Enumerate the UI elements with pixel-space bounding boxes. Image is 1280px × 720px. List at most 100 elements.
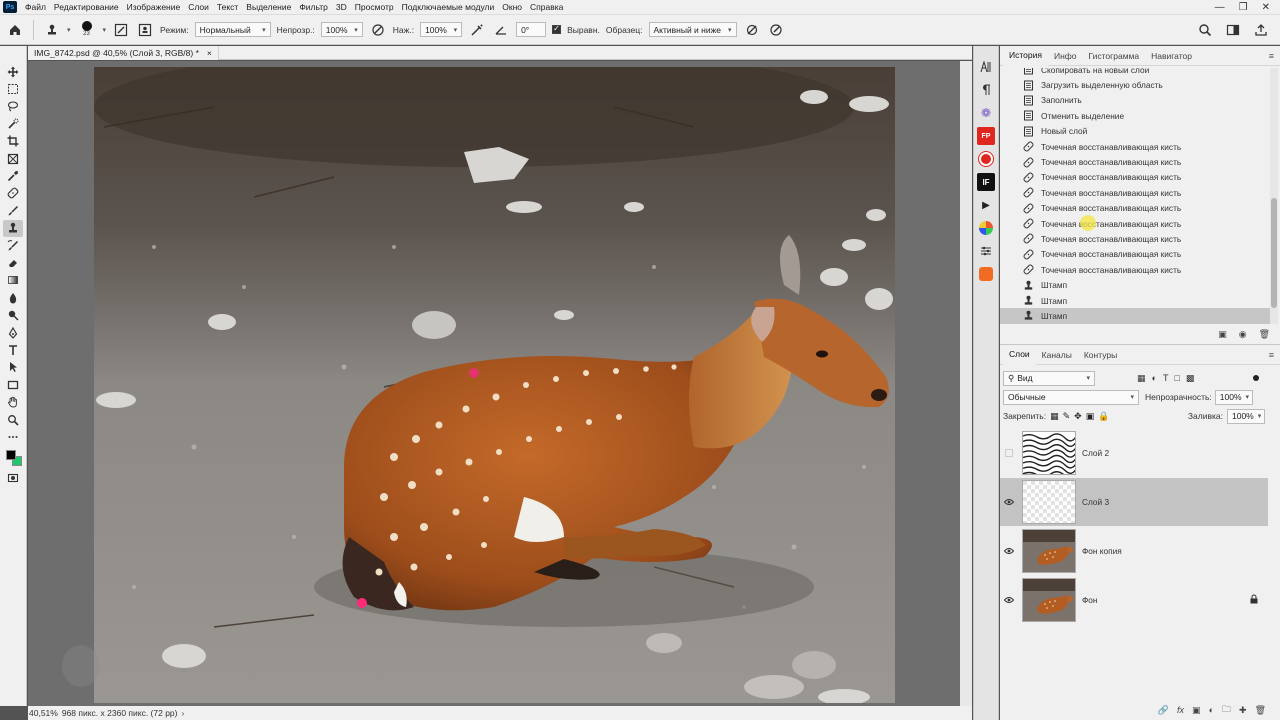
play-actions-icon[interactable]: ▶ bbox=[977, 196, 995, 214]
history-source-checkbox[interactable] bbox=[1006, 112, 1014, 120]
menu-file[interactable]: Файл bbox=[21, 2, 50, 12]
history-source-checkbox[interactable] bbox=[1006, 127, 1014, 135]
filter-type-icon[interactable]: T bbox=[1163, 373, 1169, 384]
history-source-checkbox[interactable] bbox=[1006, 266, 1014, 274]
hand-tool-icon[interactable] bbox=[3, 393, 23, 410]
eye-hidden-icon[interactable] bbox=[1000, 449, 1018, 457]
blur-tool-icon[interactable] bbox=[3, 289, 23, 306]
history-scroll-thumb[interactable] bbox=[1271, 198, 1277, 308]
eye-icon[interactable] bbox=[1000, 596, 1018, 604]
layer-filter-dropdown[interactable]: ⚲ Вид ▾ bbox=[1003, 370, 1095, 386]
history-state[interactable]: Новый слой bbox=[1000, 124, 1270, 139]
color-swatches[interactable] bbox=[3, 448, 23, 470]
lock-icon[interactable] bbox=[1250, 594, 1258, 606]
history-state[interactable]: Скопировать на новый слой bbox=[1000, 68, 1270, 77]
history-state[interactable]: Точечная восстанавливающая кисть bbox=[1000, 139, 1270, 154]
tab-histogram[interactable]: Гистограмма bbox=[1083, 46, 1146, 66]
frame-tool-icon[interactable] bbox=[3, 150, 23, 167]
menu-type[interactable]: Текст bbox=[213, 2, 242, 12]
filter-adjustment-icon[interactable]: ◐ bbox=[1152, 373, 1157, 384]
adjustment-layer-icon[interactable]: ◐ bbox=[1209, 705, 1214, 715]
layer-mask-icon[interactable]: ▣ bbox=[1192, 705, 1201, 716]
aligned-checkbox[interactable] bbox=[552, 24, 562, 34]
filter-toggle-icon[interactable] bbox=[1253, 375, 1259, 381]
filter-smart-object-icon[interactable]: ▩ bbox=[1186, 373, 1195, 384]
pressure-opacity-icon[interactable] bbox=[369, 21, 387, 39]
clone-source-icon[interactable] bbox=[136, 21, 154, 39]
history-state[interactable]: Отменить выделение bbox=[1000, 108, 1270, 123]
share-icon[interactable] bbox=[1252, 21, 1270, 39]
history-state[interactable]: Заполнить bbox=[1000, 93, 1270, 108]
history-source-checkbox[interactable] bbox=[1006, 158, 1014, 166]
layer-row[interactable]: Слой 3 bbox=[1000, 478, 1268, 526]
delete-state-icon[interactable]: 🗑 bbox=[1259, 329, 1270, 340]
close-window-icon[interactable]: ✕ bbox=[1262, 2, 1270, 13]
layer-opacity-field[interactable]: 100% ▾ bbox=[1214, 389, 1253, 405]
layer-style-icon[interactable]: fx bbox=[1177, 705, 1184, 715]
opacity-field[interactable]: 100% ▾ bbox=[320, 22, 363, 37]
tab-paths[interactable]: Контуры bbox=[1078, 345, 1123, 365]
layer-thumbnail[interactable] bbox=[1022, 480, 1076, 524]
group-icon[interactable]: 🗀 bbox=[1222, 702, 1231, 718]
menu-select[interactable]: Выделение bbox=[242, 2, 295, 12]
crop-tool-icon[interactable] bbox=[3, 133, 23, 150]
history-source-checkbox[interactable] bbox=[1006, 297, 1014, 305]
history-state[interactable]: Штамп bbox=[1000, 308, 1270, 324]
menu-layers[interactable]: Слои bbox=[184, 2, 213, 12]
history-source-checkbox[interactable] bbox=[1006, 68, 1014, 74]
home-icon[interactable] bbox=[6, 21, 24, 39]
canvas-area[interactable] bbox=[28, 61, 960, 706]
zoom-level[interactable]: 40,51% bbox=[29, 708, 58, 718]
history-source-checkbox[interactable] bbox=[1006, 250, 1014, 258]
history-state[interactable]: Точечная восстанавливающая кисть bbox=[1000, 247, 1270, 262]
color-wheel-icon[interactable] bbox=[977, 219, 995, 237]
tab-navigator[interactable]: Навигатор bbox=[1145, 46, 1198, 66]
layer-name[interactable]: Фон bbox=[1082, 595, 1098, 605]
red-plugin-icon[interactable] bbox=[977, 150, 995, 168]
lock-all-icon[interactable]: 🔒 bbox=[1098, 411, 1109, 422]
move-tool-icon[interactable] bbox=[3, 63, 23, 80]
marquee-tool-icon[interactable] bbox=[3, 80, 23, 97]
fill-field[interactable]: 100% ▾ bbox=[1227, 408, 1265, 424]
history-source-checkbox[interactable] bbox=[1006, 173, 1014, 181]
orange-plugin-icon[interactable] bbox=[977, 265, 995, 283]
chevron-down-icon[interactable]: ▾ bbox=[103, 26, 107, 34]
history-state[interactable]: Точечная восстанавливающая кисть bbox=[1000, 185, 1270, 200]
mode-dropdown[interactable]: Нормальный ▾ bbox=[194, 22, 271, 37]
pen-tool-icon[interactable] bbox=[3, 324, 23, 341]
angle-field[interactable]: 0° bbox=[516, 22, 547, 37]
history-state[interactable]: Штамп bbox=[1000, 277, 1270, 292]
brush-tool-icon[interactable] bbox=[3, 202, 23, 219]
fp-plugin-icon[interactable]: FP bbox=[977, 127, 995, 145]
sample-dropdown[interactable]: Активный и ниже ▾ bbox=[648, 22, 737, 37]
new-layer-icon[interactable]: ✚ bbox=[1239, 705, 1247, 716]
eye-icon[interactable] bbox=[1000, 547, 1018, 555]
history-source-checkbox[interactable] bbox=[1006, 81, 1014, 89]
more-tools-icon[interactable] bbox=[3, 428, 23, 445]
menu-edit[interactable]: Редактирование bbox=[50, 2, 123, 12]
menu-filter[interactable]: Фильтр bbox=[295, 2, 332, 12]
layer-thumbnail[interactable] bbox=[1022, 578, 1076, 622]
restore-icon[interactable]: ❐ bbox=[1239, 2, 1248, 13]
canvas-vertical-scrollbar[interactable] bbox=[960, 61, 972, 706]
menu-3d[interactable]: 3D bbox=[332, 2, 351, 12]
layer-name[interactable]: Фон копия bbox=[1082, 546, 1122, 556]
layer-name[interactable]: Слой 2 bbox=[1082, 448, 1109, 458]
airbrush-icon[interactable] bbox=[468, 21, 486, 39]
quick-mask-icon[interactable] bbox=[3, 470, 23, 487]
document-tab[interactable]: IMG_8742.psd @ 40,5% (Слой 3, RGB/8) * × bbox=[28, 46, 219, 60]
history-state[interactable]: Точечная восстанавливающая кисть bbox=[1000, 154, 1270, 169]
history-state[interactable]: Точечная восстанавливающая кисть bbox=[1000, 201, 1270, 216]
foreground-color-swatch[interactable] bbox=[6, 449, 16, 460]
document-canvas[interactable] bbox=[94, 67, 895, 703]
if-plugin-icon[interactable]: IF bbox=[977, 173, 995, 191]
menu-view[interactable]: Просмотр bbox=[351, 2, 398, 12]
character-panel-icon[interactable] bbox=[977, 58, 995, 76]
lock-position-icon[interactable]: ✥ bbox=[1074, 411, 1082, 422]
menu-plugins[interactable]: Подключаемые модули bbox=[398, 2, 499, 12]
zoom-tool-icon[interactable] bbox=[3, 411, 23, 428]
history-state[interactable]: Точечная восстанавливающая кисть bbox=[1000, 231, 1270, 246]
history-source-checkbox[interactable] bbox=[1006, 96, 1014, 104]
dodge-tool-icon[interactable] bbox=[3, 306, 23, 323]
menu-window[interactable]: Окно bbox=[498, 2, 526, 12]
